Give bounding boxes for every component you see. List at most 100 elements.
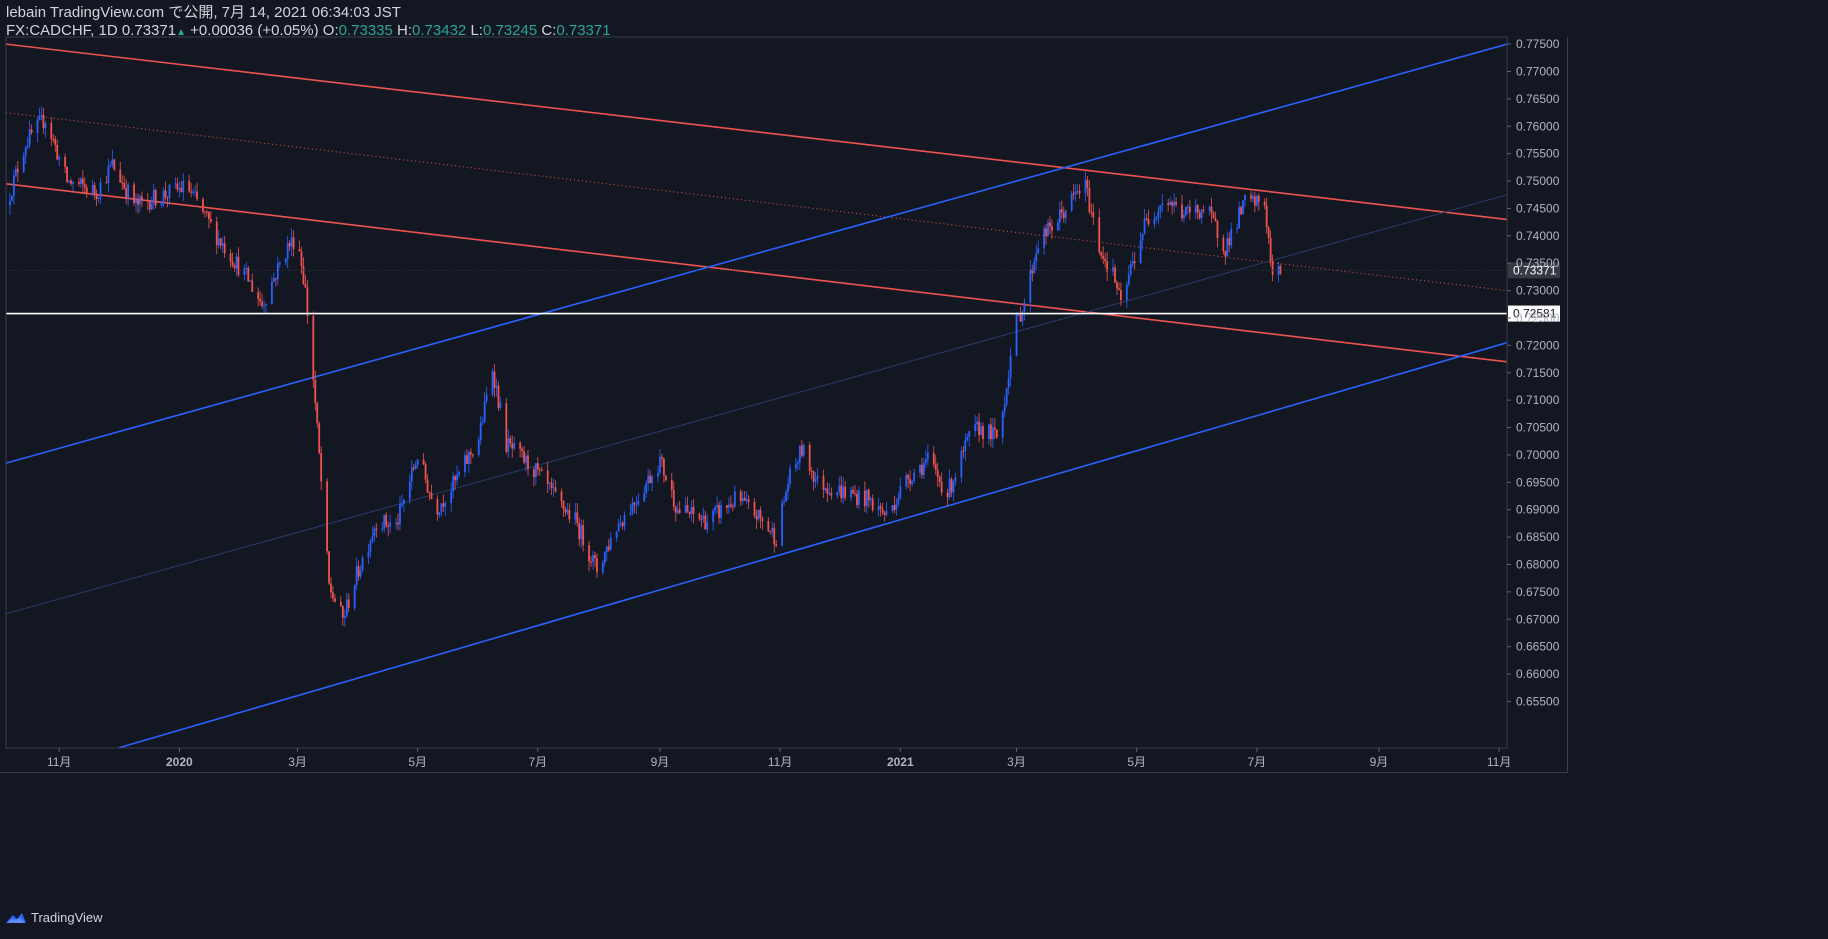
candle-body xyxy=(704,515,707,530)
candle-body xyxy=(523,451,525,463)
candle-body xyxy=(139,196,141,205)
y-tick-label: 0.77500 xyxy=(1516,37,1560,51)
candle-body xyxy=(341,605,344,618)
candle-body xyxy=(395,522,397,524)
candle-body xyxy=(609,537,612,550)
candle-body xyxy=(690,506,693,514)
candle-body xyxy=(178,187,181,190)
candle-body xyxy=(578,523,581,540)
trendline[interactable] xyxy=(6,183,1507,363)
candle-body xyxy=(491,371,494,395)
candle-body xyxy=(548,482,551,484)
candle-body xyxy=(1090,211,1093,213)
candle-body xyxy=(718,504,720,518)
candle-body xyxy=(11,195,13,201)
candle-body xyxy=(180,187,183,193)
candle-body xyxy=(160,201,163,206)
candle-body xyxy=(688,511,691,514)
candle-body xyxy=(1051,226,1053,231)
candle-body xyxy=(483,401,486,422)
candle-body xyxy=(676,509,679,513)
candle-body xyxy=(22,155,25,173)
candle-body xyxy=(247,268,250,282)
y-tick-label: 0.69000 xyxy=(1516,503,1560,517)
candle-body xyxy=(877,506,880,511)
candle-body xyxy=(1100,251,1103,256)
candle-body xyxy=(1169,202,1172,206)
candle-body xyxy=(278,262,281,264)
candle-body xyxy=(373,528,376,537)
candle-body xyxy=(1139,240,1142,264)
candle-body xyxy=(513,442,516,449)
candle-body xyxy=(164,190,167,198)
candle-body xyxy=(235,256,238,269)
candle-body xyxy=(452,476,455,492)
candle-body xyxy=(1161,203,1164,206)
x-tick-label: 7月 xyxy=(529,755,548,769)
candle-body xyxy=(879,506,882,509)
candle-body xyxy=(1104,258,1107,262)
candle-body xyxy=(1196,205,1199,213)
candle-body xyxy=(814,478,817,482)
candle-body xyxy=(1167,203,1170,206)
candle-body xyxy=(739,491,742,502)
candle-body xyxy=(133,184,135,203)
candle-body xyxy=(592,555,594,563)
candle-body xyxy=(148,201,151,210)
candle-body xyxy=(540,469,543,471)
candle-body xyxy=(745,499,748,501)
y-tick-label: 0.69500 xyxy=(1516,475,1560,489)
candle-body xyxy=(871,498,874,511)
candle-body xyxy=(1183,215,1185,219)
candle-body xyxy=(1072,193,1075,195)
candle-body xyxy=(485,394,488,402)
brand-name: TradingView xyxy=(31,910,103,925)
x-tick-label: 11月 xyxy=(1487,755,1511,769)
candle-body xyxy=(42,114,45,129)
candle-body xyxy=(1216,221,1219,238)
footer-brand[interactable]: TradingView xyxy=(5,910,103,925)
candle-body xyxy=(1133,261,1136,264)
trendline[interactable] xyxy=(6,112,1507,292)
candle-body xyxy=(670,480,673,490)
candle-body xyxy=(245,268,248,270)
candle-body xyxy=(367,551,370,558)
candle-body xyxy=(479,422,482,440)
candle-body xyxy=(582,525,585,546)
y-tick-label: 0.75500 xyxy=(1516,147,1560,161)
trendline[interactable] xyxy=(6,43,1507,221)
candle-body xyxy=(458,472,460,475)
candle-body xyxy=(223,243,226,254)
candle-body xyxy=(1226,238,1229,257)
candle-body xyxy=(330,583,332,593)
candle-body xyxy=(276,263,279,280)
candle-body xyxy=(1029,269,1032,303)
candle-body xyxy=(649,475,652,484)
candle-body xyxy=(332,592,334,599)
candle-body xyxy=(1238,207,1241,229)
candle-body xyxy=(1015,314,1018,356)
candle-body xyxy=(1250,194,1252,199)
candle-body xyxy=(440,503,443,513)
candle-body xyxy=(716,504,719,508)
candle-body xyxy=(286,243,289,259)
candle-body xyxy=(85,187,88,194)
candle-body xyxy=(700,518,703,520)
candle-body xyxy=(408,481,411,500)
candle-body xyxy=(863,490,866,507)
candle-body xyxy=(895,503,898,510)
candle-body xyxy=(580,525,583,540)
candle-body xyxy=(426,479,429,493)
candle-body xyxy=(190,191,193,193)
candle-body xyxy=(844,486,847,498)
price-chart[interactable]: 0.725810.73371 0.655000.660000.665000.67… xyxy=(0,0,1828,939)
candle-body xyxy=(576,512,579,524)
candle-body xyxy=(729,504,732,507)
candle-body xyxy=(865,489,868,507)
candle-body xyxy=(574,512,577,520)
candle-body xyxy=(83,184,86,188)
candle-body xyxy=(113,159,116,170)
candle-body xyxy=(497,385,500,409)
candle-body xyxy=(99,182,102,198)
candle-body xyxy=(885,510,888,515)
